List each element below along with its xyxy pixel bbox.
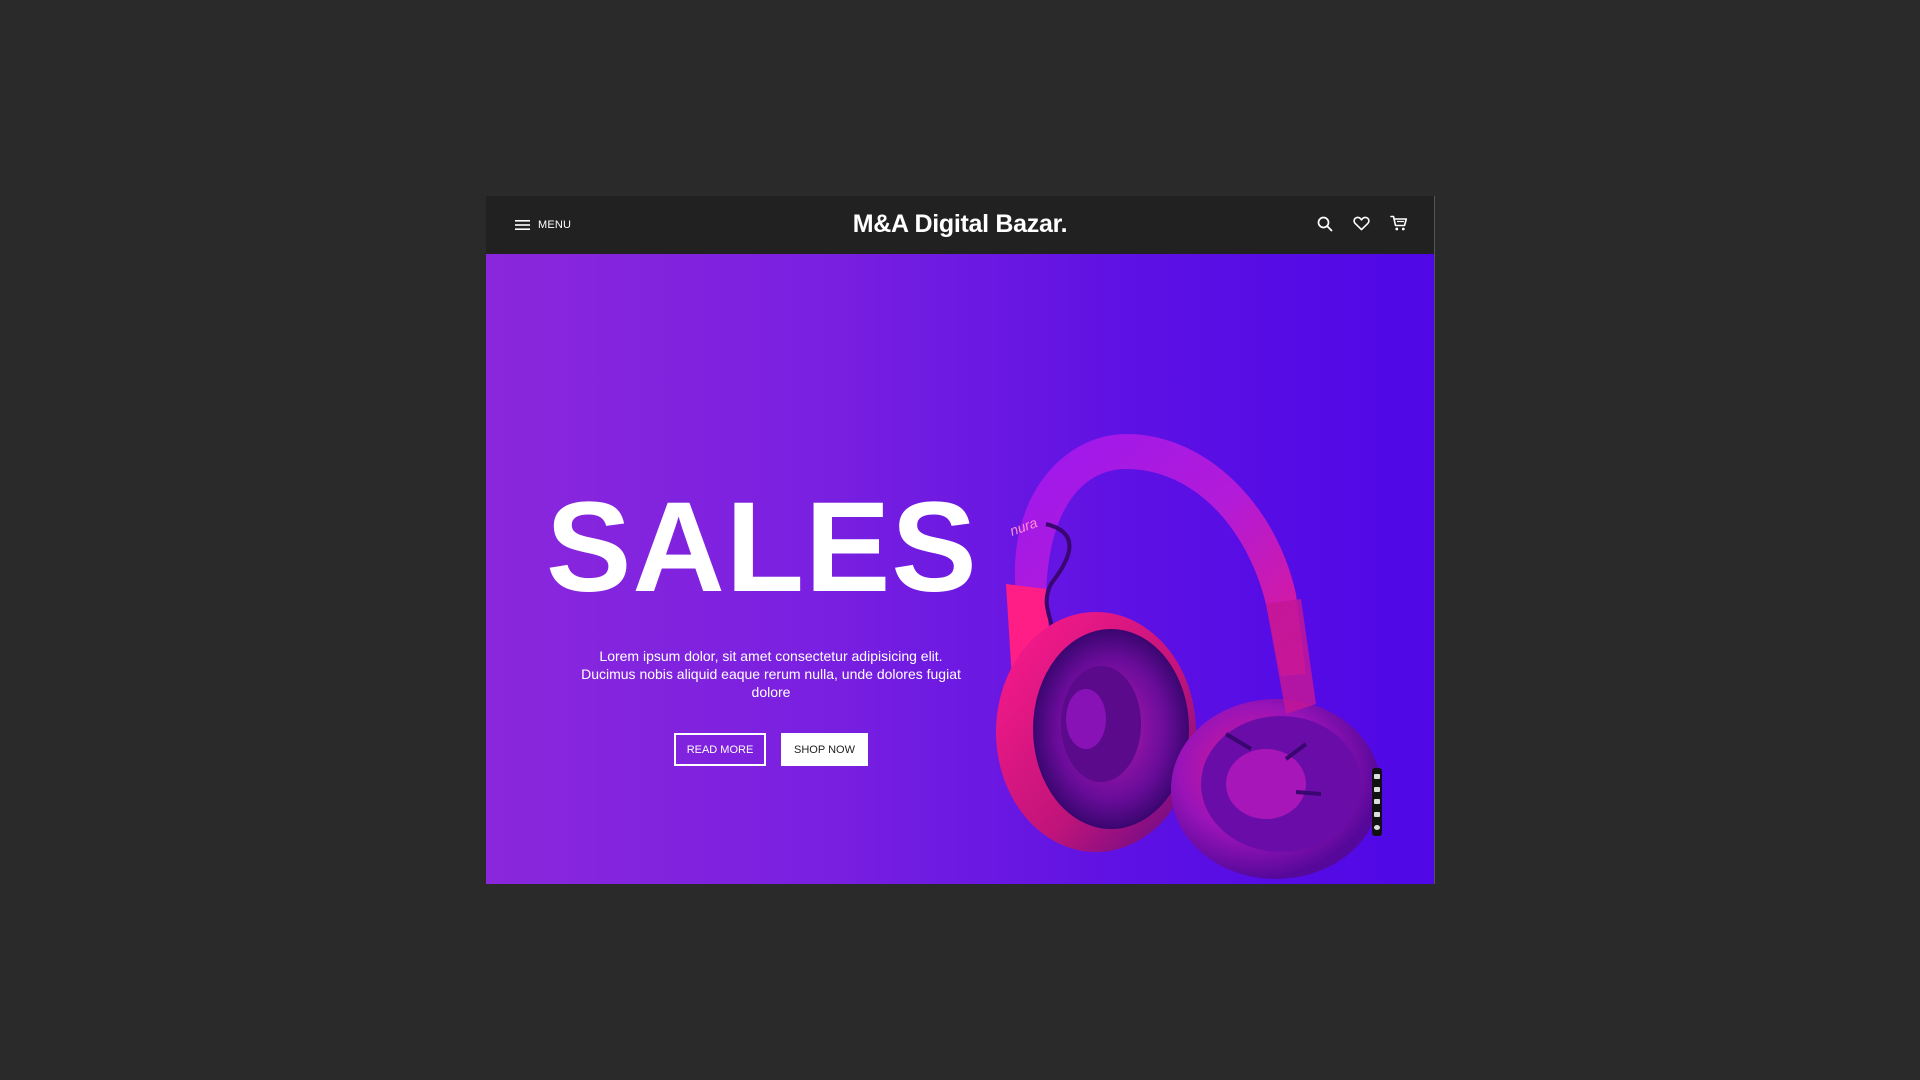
cart-icon[interactable]	[1389, 214, 1408, 233]
shop-now-button[interactable]: SHOP NOW	[781, 733, 868, 766]
camera-icon[interactable]	[1374, 786, 1380, 792]
hero-description: Lorem ipsum dolor, sit amet consectetur …	[581, 648, 961, 700]
floating-side-toolbar	[1372, 768, 1382, 836]
brand-logo-text[interactable]: M&A Digital Bazar.	[486, 210, 1434, 239]
heart-icon[interactable]	[1352, 214, 1371, 233]
browser-viewport: MENU M&A Digital Bazar. nura SALES Lorem…	[486, 196, 1435, 884]
read-more-button[interactable]: READ MORE	[674, 733, 766, 766]
nav-icons	[1315, 214, 1408, 233]
search-icon[interactable]	[1315, 214, 1334, 233]
hero-title: SALES	[546, 476, 978, 619]
settings-icon[interactable]	[1374, 825, 1380, 831]
monitor-icon[interactable]	[1374, 812, 1380, 818]
rectangle-icon[interactable]	[1374, 799, 1380, 805]
hero-banner: nura SALES Lorem ipsum dolor, sit amet c…	[486, 254, 1434, 884]
navbar: MENU M&A Digital Bazar.	[486, 196, 1434, 254]
pen-icon[interactable]	[1374, 773, 1380, 779]
headphones-image: nura	[996, 434, 1381, 879]
